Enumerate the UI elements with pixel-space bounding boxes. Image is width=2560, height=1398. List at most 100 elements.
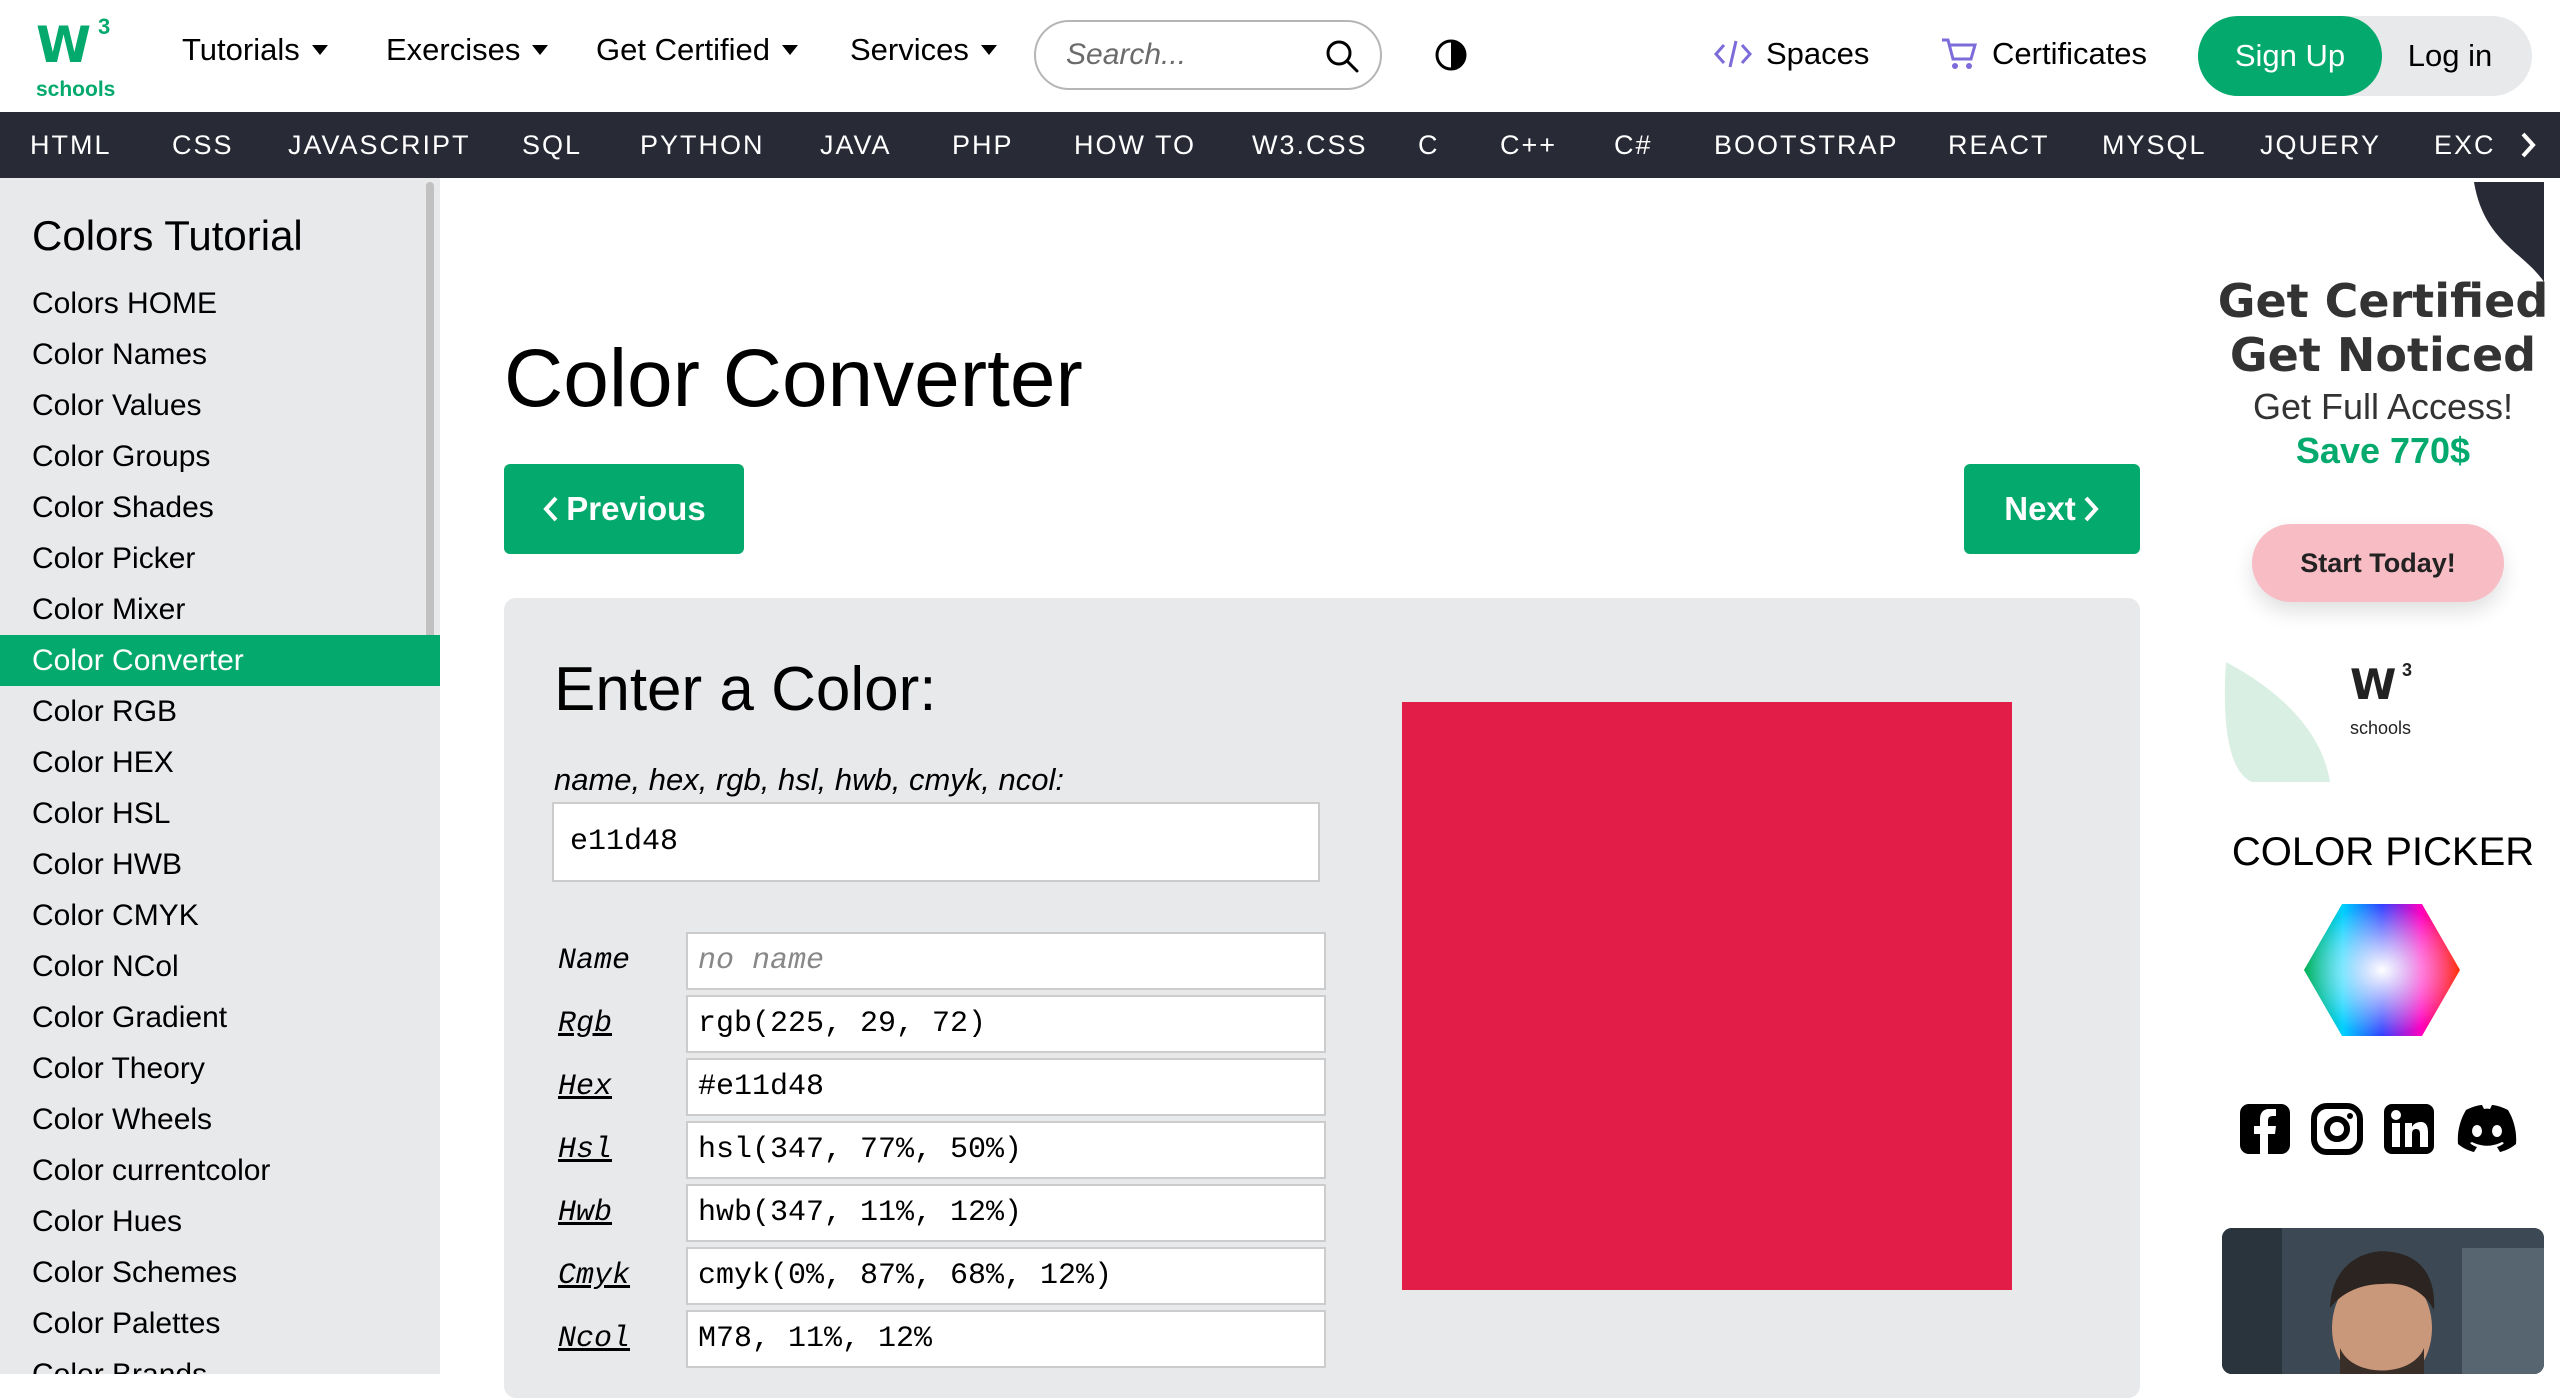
result-label-link[interactable]: Hsl xyxy=(558,1133,686,1167)
subnav-item[interactable]: HOW TO xyxy=(1074,130,1196,161)
previous-button[interactable]: Previous xyxy=(504,464,744,554)
subnav-item[interactable]: C++ xyxy=(1500,130,1557,161)
subnav-item[interactable]: JAVA xyxy=(820,130,892,161)
nav-tutorials[interactable]: Tutorials xyxy=(182,32,328,68)
subnav-item[interactable]: PHP xyxy=(952,130,1014,161)
sidebar: Colors Tutorial Colors HOME Color Names … xyxy=(0,178,440,1374)
ad-banner[interactable]: Get Certified Get Noticed Get Full Acces… xyxy=(2206,178,2560,1374)
sidebar-item[interactable]: Color HEX xyxy=(0,737,440,788)
subnav-item[interactable]: W3.CSS xyxy=(1252,130,1368,161)
sidebar-item[interactable]: Color currentcolor xyxy=(0,1145,440,1196)
next-button[interactable]: Next xyxy=(1964,464,2140,554)
auth-buttons: Sign Up Log in xyxy=(2198,16,2532,96)
ad-leaf-shape xyxy=(2224,662,2330,782)
logo-wordmark: schools xyxy=(36,78,116,101)
linkedin-icon[interactable] xyxy=(2382,1102,2436,1156)
sidebar-item[interactable]: Color Picker xyxy=(0,533,440,584)
result-value[interactable]: hsl(347, 77%, 50%) xyxy=(686,1121,1326,1179)
sidebar-item[interactable]: Color Schemes xyxy=(0,1247,440,1298)
subnav-item[interactable]: C xyxy=(1418,130,1440,161)
subnav-item[interactable]: REACT xyxy=(1948,130,2050,161)
result-row-ncol: Ncol M78, 11%, 12% xyxy=(558,1310,1326,1368)
sidebar-item[interactable]: Color Wheels xyxy=(0,1094,440,1145)
subnav-item[interactable]: JQUERY xyxy=(2260,130,2381,161)
w3schools-logo[interactable]: W 3 schools xyxy=(32,12,118,101)
sidebar-item[interactable]: Color Brands xyxy=(0,1349,440,1374)
sidebar-item[interactable]: Color Theory xyxy=(0,1043,440,1094)
ad-price: Save 770$ xyxy=(2295,430,2471,471)
log-in-button[interactable]: Log in xyxy=(2382,16,2532,96)
nav-get-certified[interactable]: Get Certified xyxy=(596,32,799,68)
search-input[interactable] xyxy=(1066,38,1316,72)
sidebar-item[interactable]: Color Hues xyxy=(0,1196,440,1247)
sidebar-item[interactable]: Color RGB xyxy=(0,686,440,737)
instagram-icon[interactable] xyxy=(2310,1102,2364,1156)
dark-mode-toggle-icon[interactable] xyxy=(1434,38,1468,72)
subnav-item[interactable]: HTML xyxy=(30,130,112,161)
mini-logo-w-mark: W xyxy=(2350,660,2396,709)
sidebar-item[interactable]: Color Shades xyxy=(0,482,440,533)
result-label-link[interactable]: Hex xyxy=(558,1070,686,1104)
ad-mini-logo: W 3 schools xyxy=(2330,660,2440,760)
nav-get-certified-label: Get Certified xyxy=(596,32,771,67)
nav-exercises[interactable]: Exercises xyxy=(386,32,549,68)
subnav-item[interactable]: JAVASCRIPT xyxy=(288,130,471,161)
main-content: Color Converter Previous Next Enter a Co… xyxy=(440,178,2206,1398)
sign-up-button[interactable]: Sign Up xyxy=(2198,16,2382,96)
page-title: Color Converter xyxy=(504,333,1083,424)
result-value[interactable]: no name xyxy=(686,932,1326,990)
sidebar-menu: Colors HOME Color Names Color Values Col… xyxy=(0,278,440,1374)
sidebar-item-active[interactable]: Color Converter xyxy=(0,635,440,686)
sidebar-item[interactable]: Color HWB xyxy=(0,839,440,890)
subnav-item[interactable]: MYSQL xyxy=(2102,130,2207,161)
subnav-item[interactable]: BOOTSTRAP xyxy=(1714,130,1899,161)
discord-icon[interactable] xyxy=(2454,1102,2517,1156)
subnav-item[interactable]: C# xyxy=(1614,130,1653,161)
result-value[interactable]: cmyk(0%, 87%, 68%, 12%) xyxy=(686,1247,1326,1305)
search-icon[interactable] xyxy=(1324,38,1360,74)
nav-tutorials-label: Tutorials xyxy=(182,32,300,67)
sidebar-item[interactable]: Color Names xyxy=(0,329,440,380)
scroll-right-icon[interactable] xyxy=(2496,112,2560,178)
spaces-link[interactable]: Spaces xyxy=(1714,36,1869,72)
result-label-link[interactable]: Ncol xyxy=(558,1322,686,1356)
panel-title: Enter a Color: xyxy=(554,655,937,724)
result-value[interactable]: #e11d48 xyxy=(686,1058,1326,1116)
result-row-hsl: Hsl hsl(347, 77%, 50%) xyxy=(558,1121,1326,1179)
subnav-item[interactable]: SQL xyxy=(522,130,582,161)
start-today-button[interactable]: Start Today! xyxy=(2252,524,2504,602)
sidebar-item[interactable]: Color Mixer xyxy=(0,584,440,635)
sidebar-item[interactable]: Color Groups xyxy=(0,431,440,482)
subnav-item[interactable]: PYTHON xyxy=(640,130,765,161)
color-input[interactable]: e11d48 xyxy=(552,802,1320,882)
facebook-icon[interactable] xyxy=(2238,1102,2292,1156)
certificates-link[interactable]: Certificates xyxy=(1940,36,2147,72)
next-label: Next xyxy=(2004,490,2076,527)
sidebar-item[interactable]: Color Palettes xyxy=(0,1298,440,1349)
spaces-label: Spaces xyxy=(1766,36,1870,71)
search-box[interactable] xyxy=(1034,20,1382,90)
result-label-link[interactable]: Rgb xyxy=(558,1007,686,1041)
result-row-hex: Hex #e11d48 xyxy=(558,1058,1326,1116)
mini-logo-superscript: 3 xyxy=(2402,660,2413,680)
result-value[interactable]: M78, 11%, 12% xyxy=(686,1310,1326,1368)
sidebar-item[interactable]: Color NCol xyxy=(0,941,440,992)
result-label-link[interactable]: Cmyk xyxy=(558,1259,686,1293)
nav-services[interactable]: Services xyxy=(850,32,997,68)
ad-corner-shape xyxy=(2474,182,2544,282)
converter-panel: Enter a Color: name, hex, rgb, hsl, hwb,… xyxy=(504,598,2140,1398)
result-label: Name xyxy=(558,944,631,978)
sidebar-item[interactable]: Color CMYK xyxy=(0,890,440,941)
promo-photo[interactable] xyxy=(2222,1228,2544,1374)
result-value[interactable]: hwb(347, 11%, 12%) xyxy=(686,1184,1326,1242)
color-picker-hexagon-icon[interactable] xyxy=(2302,902,2462,1038)
result-label-link[interactable]: Hwb xyxy=(558,1196,686,1230)
result-value[interactable]: rgb(225, 29, 72) xyxy=(686,995,1326,1053)
color-picker-title[interactable]: COLOR PICKER xyxy=(2206,830,2560,875)
sidebar-item[interactable]: Color Gradient xyxy=(0,992,440,1043)
sidebar-item[interactable]: Color HSL xyxy=(0,788,440,839)
sidebar-item[interactable]: Color Values xyxy=(0,380,440,431)
cart-icon xyxy=(1942,38,1977,69)
subnav-item[interactable]: CSS xyxy=(172,130,234,161)
sidebar-item[interactable]: Colors HOME xyxy=(0,278,440,329)
